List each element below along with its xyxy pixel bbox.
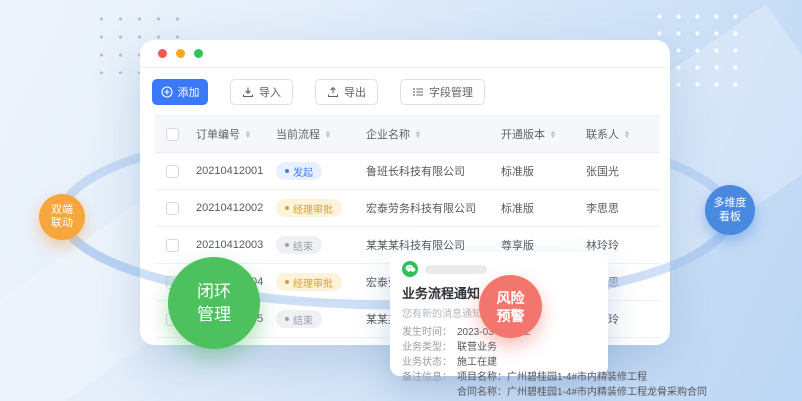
- flow-status-badge: 经理审批: [276, 199, 342, 217]
- flow-status-badge: 经理审批: [276, 273, 342, 291]
- row-checkbox[interactable]: [166, 165, 179, 178]
- sort-icon[interactable]: ▲▼: [550, 131, 556, 139]
- sort-icon[interactable]: ▲▼: [415, 131, 421, 139]
- column-header[interactable]: 订单编号 ▲▼: [190, 126, 270, 142]
- current-flow-cell: 结束: [270, 236, 360, 254]
- version-cell: 标准版: [495, 200, 580, 216]
- column-header[interactable]: 联系人 ▲▼: [580, 126, 660, 142]
- column-header-label: 企业名称: [366, 129, 410, 141]
- order-number-cell: 20210412003: [190, 239, 270, 251]
- select-all-checkbox[interactable]: [166, 128, 179, 141]
- contact-cell: 张国光: [580, 163, 660, 179]
- minimize-dot[interactable]: [176, 49, 185, 58]
- sort-icon[interactable]: ▲▼: [245, 131, 251, 139]
- import-button[interactable]: 导入: [230, 79, 293, 105]
- flow-status-badge: 发起: [276, 162, 322, 180]
- bubble-text: 多维度: [714, 196, 747, 210]
- company-name-cell: 宏泰劳务科技有限公司: [360, 200, 495, 216]
- column-header[interactable]: 开通版本 ▲▼: [495, 126, 580, 142]
- window-titlebar: [140, 40, 670, 68]
- sender-placeholder-bar: [425, 265, 487, 274]
- export-button[interactable]: 导出: [315, 79, 378, 105]
- export-button-label: 导出: [344, 84, 366, 100]
- notification-field: 业务状态：施工在建: [402, 355, 596, 370]
- current-flow-cell: 结束: [270, 310, 360, 328]
- version-cell: 尊享版: [495, 237, 580, 253]
- feature-bubble-closed-loop: 闭环 管理: [168, 257, 260, 349]
- field-value: 项目名称：广州碧桂园1-4#市内精装修工程: [457, 370, 647, 385]
- status-dot-icon: [285, 280, 289, 284]
- import-button-label: 导入: [259, 84, 281, 100]
- field-value-extra-line: 合同名称：广州碧桂园1-4#市内精装修工程龙骨采购合同: [457, 385, 596, 400]
- current-flow-cell: 经理审批: [270, 199, 360, 217]
- table-header-row: 订单编号 ▲▼ 当前流程 ▲▼ 企业名称 ▲▼ 开通版本 ▲▼ 联系人 ▲▼: [155, 115, 660, 153]
- table-row[interactable]: 20210412001 发起 鲁班长科技有限公司标准版张国光: [155, 153, 660, 190]
- field-label: 业务状态：: [402, 355, 457, 370]
- feature-bubble-risk-warning: 风险 预警: [479, 275, 542, 338]
- field-value: 施工在建: [457, 355, 497, 370]
- page-background: 添加 导入 导出: [0, 0, 802, 401]
- version-cell: 标准版: [495, 163, 580, 179]
- sort-icon[interactable]: ▲▼: [325, 131, 331, 139]
- import-icon: [242, 86, 254, 98]
- feature-bubble-dual-end: 双端 联动: [39, 194, 85, 240]
- bubble-text: 风险: [497, 289, 525, 307]
- column-header-label: 开通版本: [501, 129, 545, 141]
- column-header[interactable]: 企业名称 ▲▼: [360, 126, 495, 142]
- contact-cell: 李思思: [580, 200, 660, 216]
- notification-field: 备注信息：项目名称：广州碧桂园1-4#市内精装修工程: [402, 370, 596, 385]
- list-icon: [412, 86, 424, 98]
- status-dot-icon: [285, 169, 289, 173]
- order-number-cell: 20210412002: [190, 202, 270, 214]
- bubble-text: 闭环: [197, 280, 231, 303]
- bubble-text: 管理: [197, 303, 231, 326]
- column-header-label: 当前流程: [276, 129, 320, 141]
- toolbar: 添加 导入 导出: [152, 79, 485, 105]
- order-number-cell: 20210412001: [190, 165, 270, 177]
- notification-card-header: [402, 261, 596, 277]
- status-dot-icon: [285, 317, 289, 321]
- wechat-icon: [402, 261, 418, 277]
- add-button-label: 添加: [178, 84, 200, 100]
- table-row[interactable]: 20210412002 经理审批 宏泰劳务科技有限公司标准版李思思: [155, 190, 660, 227]
- flow-status-badge: 结束: [276, 310, 322, 328]
- feature-bubble-multi-dimension: 多维度 看板: [705, 185, 755, 235]
- close-dot[interactable]: [158, 49, 167, 58]
- status-dot-icon: [285, 206, 289, 210]
- add-button[interactable]: 添加: [152, 79, 208, 105]
- column-header-label: 联系人: [586, 129, 619, 141]
- column-header-label: 订单编号: [196, 129, 240, 141]
- current-flow-cell: 经理审批: [270, 273, 360, 291]
- row-checkbox[interactable]: [166, 202, 179, 215]
- row-checkbox[interactable]: [166, 239, 179, 252]
- status-dot-icon: [285, 243, 289, 247]
- field-value: 联营业务: [457, 340, 497, 355]
- bubble-text: 联动: [51, 217, 73, 230]
- company-name-cell: 某某某科技有限公司: [360, 237, 495, 253]
- bubble-text: 看板: [719, 210, 741, 224]
- flow-status-badge: 结束: [276, 236, 322, 254]
- notification-field: 业务类型：联营业务: [402, 340, 596, 355]
- field-management-button-label: 字段管理: [429, 84, 473, 100]
- plus-circle-icon: [161, 86, 173, 98]
- field-label: 备注信息：: [402, 370, 457, 385]
- field-label: 发生时间：: [402, 325, 457, 340]
- sort-icon[interactable]: ▲▼: [624, 131, 630, 139]
- company-name-cell: 鲁班长科技有限公司: [360, 163, 495, 179]
- fullscreen-dot[interactable]: [194, 49, 203, 58]
- current-flow-cell: 发起: [270, 162, 360, 180]
- contact-cell: 林玲玲: [580, 237, 660, 253]
- bubble-text: 预警: [497, 307, 525, 325]
- bubble-text: 双端: [51, 204, 73, 217]
- column-header[interactable]: 当前流程 ▲▼: [270, 126, 360, 142]
- field-management-button[interactable]: 字段管理: [400, 79, 485, 105]
- notification-fields: 发生时间：2023-03-14 14:2业务类型：联营业务业务状态：施工在建备注…: [402, 325, 596, 401]
- field-label: 业务类型：: [402, 340, 457, 355]
- export-icon: [327, 86, 339, 98]
